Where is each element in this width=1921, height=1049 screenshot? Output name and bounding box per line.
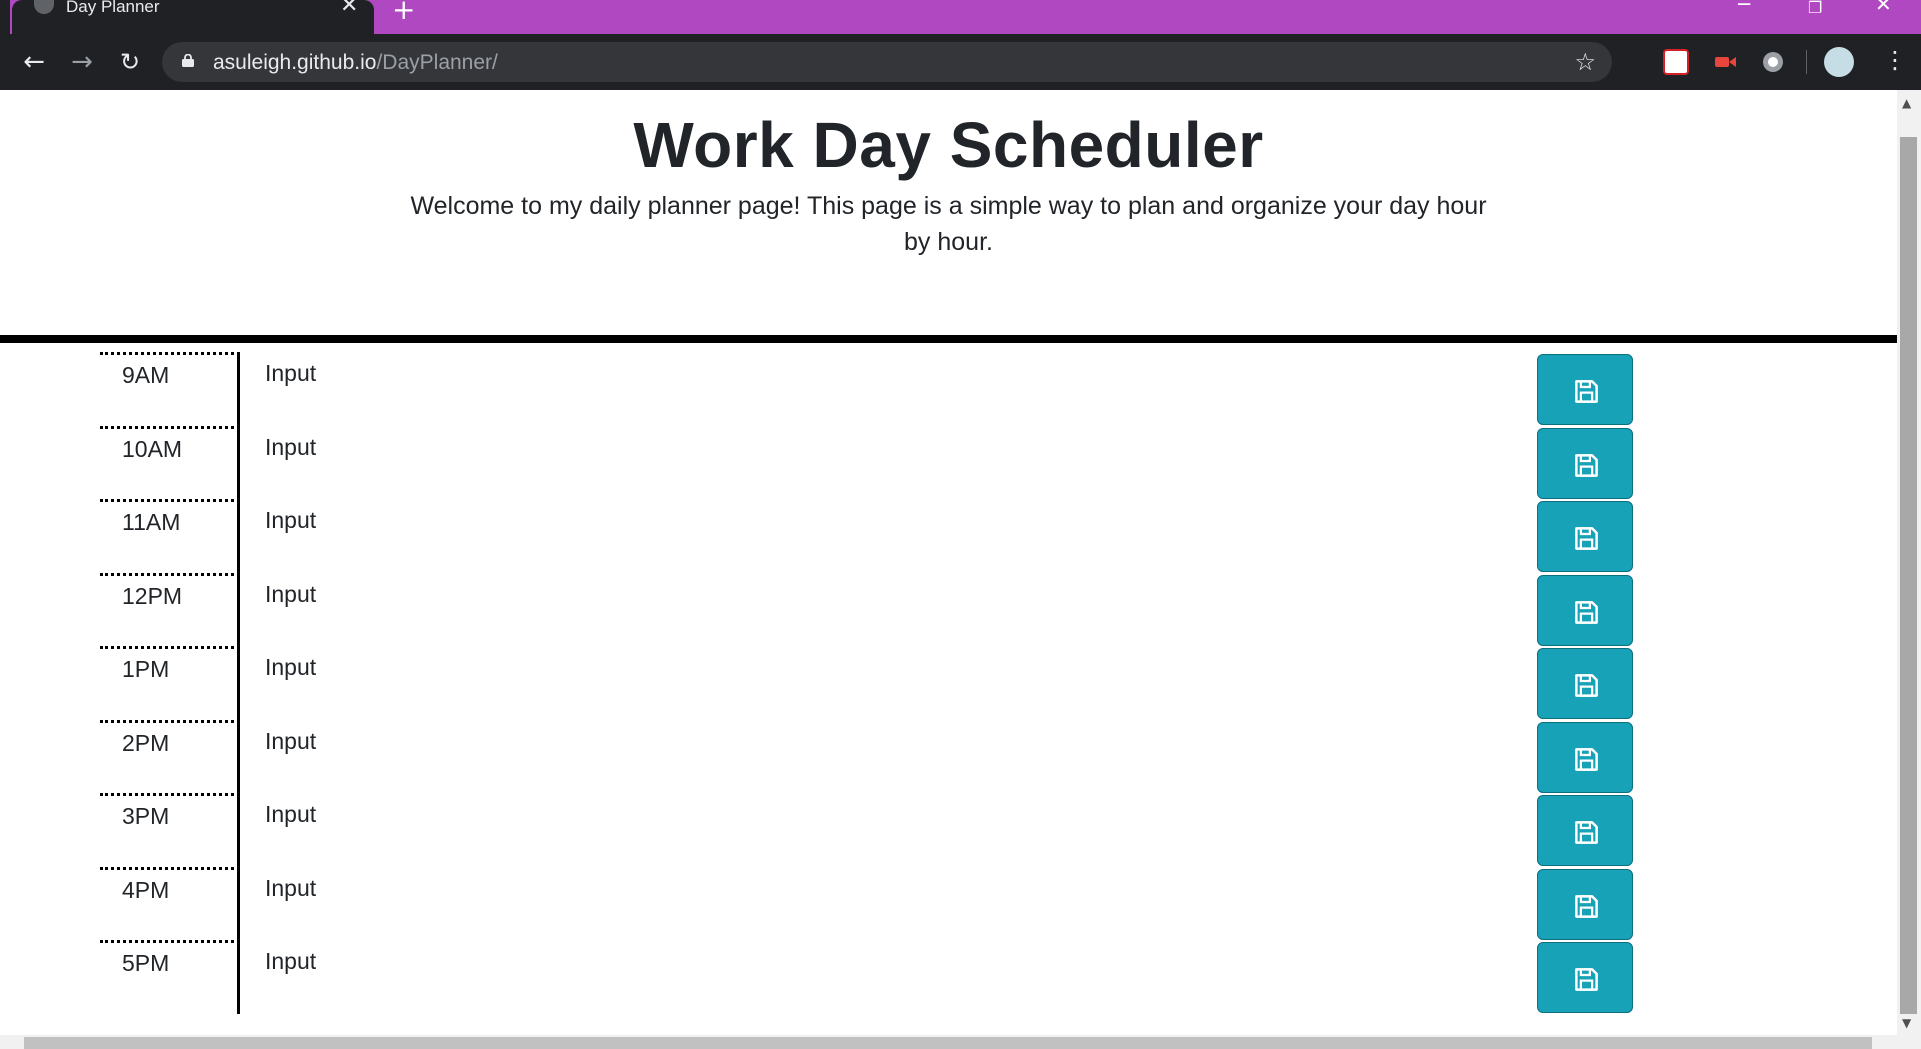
time-block-row: 1PM Input [0,646,1897,720]
time-block-row: 9AM Input [0,352,1897,426]
hour-label: 12PM [100,572,240,646]
time-block-list: 9AM Input 10AM Input 11AM Input 12PM Input 1PM In… [0,352,1897,1014]
time-block-row: 2PM Input [0,719,1897,793]
save-button[interactable] [1537,795,1633,866]
save-button[interactable] [1537,868,1633,940]
hour-label: 5PM [100,940,240,1014]
toolbar-divider [1806,50,1807,74]
save-button[interactable] [1537,427,1633,499]
hour-label: 2PM [100,719,240,793]
url-text: asuleigh.github.io/DayPlanner/ [213,51,498,75]
task-input[interactable]: Input [265,507,316,534]
new-tab-button[interactable]: + [392,0,415,24]
save-button[interactable] [1537,648,1633,719]
floppy-disk-icon [1575,600,1598,624]
time-block-row: 4PM Input [0,866,1897,940]
floppy-disk-icon [1575,821,1598,844]
close-window-icon[interactable]: ✕ [1875,0,1892,14]
hour-label: 9AM [100,352,240,426]
tab-strip: Day Planner ✕ + ─ ❐ ✕ [0,0,1921,36]
task-input[interactable]: Input [265,581,316,608]
back-arrow-icon[interactable]: ← [18,46,50,78]
extension-circle-icon[interactable] [1760,49,1786,75]
forward-arrow-icon[interactable]: → [66,46,98,78]
floppy-disk-icon [1575,674,1598,697]
menu-dots-icon[interactable]: ⋮ [1883,46,1907,74]
task-input[interactable]: Input [265,360,316,387]
minimize-icon[interactable]: ─ [1738,0,1750,14]
reload-icon[interactable]: ↻ [114,46,146,78]
restore-icon[interactable]: ❐ [1808,0,1822,18]
time-block-row: 12PM Input [0,572,1897,646]
hour-label: 4PM [100,866,240,940]
floppy-disk-icon [1575,380,1598,403]
task-input[interactable]: Input [265,875,316,902]
close-tab-icon[interactable]: ✕ [340,0,358,17]
save-button[interactable] [1537,942,1633,1013]
extension-record-icon[interactable] [1712,49,1738,75]
page-title: Work Day Scheduler [633,109,1264,181]
floppy-disk-icon [1575,453,1598,477]
lock-icon [182,54,194,67]
url-path: /DayPlanner/ [376,51,498,74]
browser-toolbar: ← → ↻ asuleigh.github.io/DayPlanner/ ☆ ⋮ [0,34,1921,90]
save-button[interactable] [1537,501,1633,572]
save-button[interactable] [1537,721,1633,793]
task-input[interactable]: Input [265,434,316,461]
tab-strip-edge [0,0,10,34]
tab-title: Day Planner [66,0,160,16]
header-jumbotron: Work Day Scheduler Welcome to my daily p… [0,90,1897,343]
page-lead: Welcome to my daily planner page! This p… [410,192,1487,256]
task-input[interactable]: Input [265,728,316,755]
floppy-disk-icon [1575,527,1598,550]
hour-label: 1PM [100,646,240,720]
hour-label: 3PM [100,793,240,867]
time-block-row: 5PM Input [0,940,1897,1014]
horizontal-scroll-thumb[interactable] [24,1037,1872,1049]
time-block-row: 3PM Input [0,793,1897,867]
bookmark-star-icon[interactable]: ☆ [1574,48,1596,76]
save-button[interactable] [1537,574,1633,646]
hour-label: 11AM [100,499,240,573]
hour-label: 10AM [100,425,240,499]
page-viewport: Work Day Scheduler Welcome to my daily p… [0,90,1897,1035]
time-block-row: 11AM Input [0,499,1897,573]
floppy-disk-icon [1575,894,1598,918]
time-block-row: 10AM Input [0,425,1897,499]
task-input[interactable]: Input [265,801,316,828]
tab-day-planner[interactable]: Day Planner ✕ [12,0,374,36]
url-host: asuleigh.github.io [213,51,377,74]
task-input[interactable]: Input [265,654,316,681]
address-bar[interactable]: asuleigh.github.io/DayPlanner/ ☆ [162,42,1612,82]
globe-icon [34,0,54,14]
floppy-disk-icon [1575,747,1598,771]
task-input[interactable]: Input [265,948,316,975]
extension-pocket-icon[interactable] [1663,49,1689,75]
scroll-down-icon[interactable]: ▼ [1902,1016,1911,1030]
floppy-disk-icon [1575,968,1598,991]
save-button[interactable] [1537,354,1633,425]
profile-avatar[interactable] [1824,47,1854,77]
scroll-up-icon[interactable]: ▲ [1902,96,1911,110]
vertical-scroll-thumb[interactable] [1900,137,1917,1014]
